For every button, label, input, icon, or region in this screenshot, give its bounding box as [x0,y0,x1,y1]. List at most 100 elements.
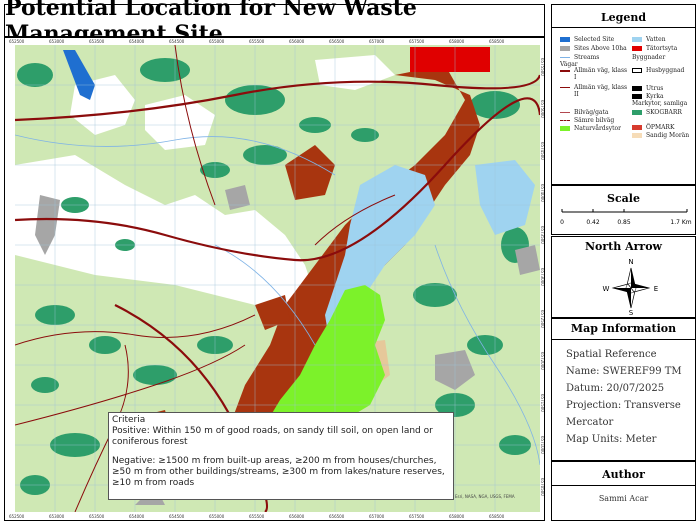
legend-swatch [632,46,642,51]
scale-title: Scale [607,192,640,205]
legend-swatch [560,120,570,121]
x-tick-label: 656500 [329,514,345,519]
x-tick-label: 657500 [409,39,425,44]
legend-label: Selected Site [574,36,615,43]
legend-label: Vatten [646,36,666,43]
y-tick-label: 6572500 [540,310,545,328]
legend-swatch [560,57,570,58]
scale-label-0: 0 [560,219,564,226]
legend-item: Allmän väg, klass I [560,67,628,81]
y-tick-label: 6575500 [540,58,545,76]
legend-label: Byggnader [632,54,666,61]
author-name: Sammi Acar [598,494,649,503]
x-tick-label: 657000 [369,39,385,44]
legend-label: Sämre bilväg [574,117,615,124]
legend-item: Bilväg/gata [560,109,628,116]
legend-label: Tätortsyta [646,45,678,52]
legend-label: Markytor, samliga [632,100,688,107]
scale-bar: 0 0.42 0.85 1.7 Km [560,209,692,226]
legend-label: ÖPMARK [646,124,675,131]
y-tick-label: 6570500 [540,478,545,496]
legend-swatch [632,94,642,99]
x-tick-label: 657500 [409,514,425,519]
y-tick-label: 6572000 [540,352,545,370]
info-line: Spatial Reference [566,349,657,360]
legend-title: Legend [552,5,695,28]
info-line: Name: SWEREF99 TM [566,366,682,377]
x-tick-label: 654000 [129,514,145,519]
y-tick-label: 6574000 [540,184,545,202]
x-tick-label: 658000 [449,39,465,44]
legend-items: Selected Site Vatten Sites Above 10ha Tätor… [552,28,695,178]
y-tick-label: 6571000 [540,436,545,454]
criteria-negative: Negative: ≥1500 m from built-up areas, ≥… [112,456,445,488]
x-tick-label: 658000 [449,514,465,519]
map-information-title: Map Information [552,319,695,340]
scale-label-3: 1.7 Km [670,219,691,226]
map-credit: Esri, NASA, NGA, USGS, FEMA [455,494,515,499]
legend-item: Byggnader [632,54,692,61]
x-tick-label: 653000 [49,514,65,519]
legend-label: Kyrka [646,93,664,100]
legend-panel: Legend Selected Site Vatten Sites Above 10… [551,4,696,185]
author-title: Author [552,462,695,486]
legend-label: Husbyggnad [646,67,685,74]
compass-e: E [654,285,658,293]
x-tick-label: 654500 [169,514,185,519]
info-line: Map Units: Meter [566,434,657,445]
legend-item: Naturvårdsytor [560,125,628,132]
compass-n: N [628,258,633,266]
info-line: Projection: Transverse [566,400,681,411]
legend-item: Allmän väg, klass II [560,84,628,98]
legend-swatch [632,68,642,73]
legend-item: Streams [560,54,628,61]
criteria-positive: Positive: Within 150 m of good roads, on… [112,426,433,447]
y-tick-label: 6573500 [540,226,545,244]
x-tick-label: 652500 [9,514,25,519]
compass-w: W [603,285,610,293]
legend-item: Vatten [632,36,692,43]
x-tick-label: 656000 [289,39,305,44]
legend-label: Bilväg/gata [574,109,609,116]
info-line: Datum: 20/07/2025 [566,383,665,394]
criteria-heading: Criteria [112,415,146,425]
legend-item: Sämre bilväg [560,117,628,124]
legend-label: Sites Above 10ha [574,45,627,52]
scale-panel: Scale 0 0.42 0.85 1.7 Km [551,185,696,235]
legend-label: Streams [574,54,600,61]
legend-swatch [560,87,570,88]
x-tick-label: 655500 [249,39,265,44]
legend-swatch [560,46,570,51]
x-tick-label: 653000 [49,39,65,44]
x-tick-label: 658500 [489,39,505,44]
author-panel: Author Sammi Acar [551,461,696,521]
y-tick-label: 6573000 [540,268,545,286]
y-tick-label: 6571500 [540,394,545,412]
x-tick-label: 653500 [89,39,105,44]
compass-s: S [629,309,634,315]
legend-swatch [632,133,642,138]
x-tick-label: 657000 [369,514,385,519]
built-up-area [410,47,490,72]
x-tick-label: 658500 [489,514,505,519]
legend-item: Husbyggnad [632,67,692,74]
legend-swatch [632,37,642,42]
legend-label: Utrus [646,85,664,92]
legend-item: Kyrka [632,93,692,100]
map-title-box: Potential Location for New Waste Managem… [4,0,545,47]
legend-swatch [632,110,642,115]
legend-item: Sandig Morän [632,132,692,139]
x-tick-label: 656000 [289,514,305,519]
legend-label: Sandig Morän [646,132,690,139]
compass-icon: N S E W [603,258,659,317]
x-tick-label: 653500 [89,514,105,519]
legend-swatch [560,112,570,113]
legend-label: Allmän väg, klass II [574,84,628,98]
map-information-panel: Map Information Spatial Reference Name: … [551,318,696,461]
legend-label: Naturvårdsytor [574,125,622,132]
legend-swatch [560,37,570,42]
x-tick-label: 654500 [169,39,185,44]
legend-swatch [632,86,642,91]
legend-swatch [560,70,570,72]
legend-item: SKOGBARR [632,109,692,116]
